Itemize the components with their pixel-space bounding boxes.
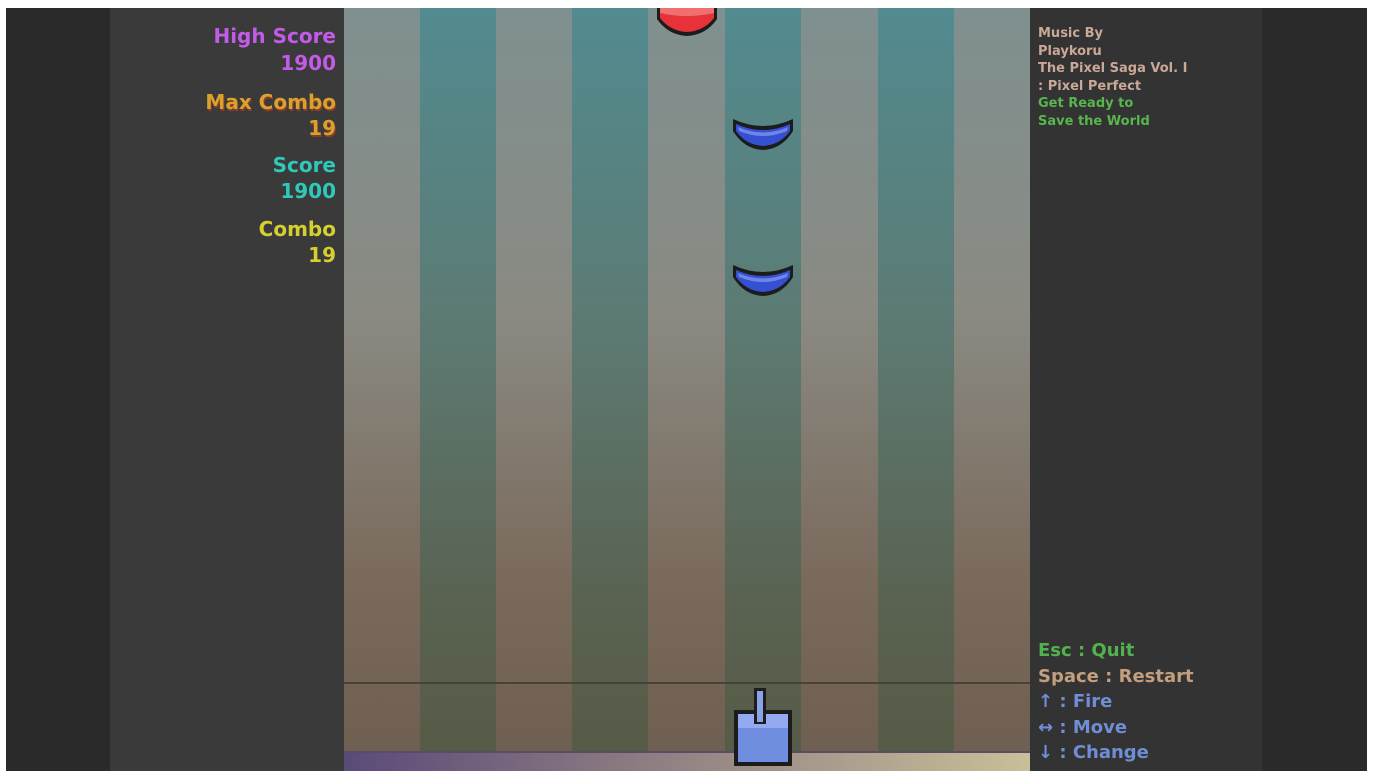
controls-help: Esc : Quit Space : Restart ↑ : Fire ↔ : … (1038, 638, 1258, 766)
control-move: ↔ : Move (1038, 716, 1128, 738)
note-blue-icon (733, 119, 793, 150)
score-value: 1900 (280, 179, 336, 203)
combo-value: 19 (308, 243, 336, 267)
hit-line (344, 682, 1030, 684)
control-restart: Space : Restart (1038, 665, 1194, 687)
max-combo-label: Max Combo (205, 90, 336, 114)
score-label: Score (272, 153, 336, 177)
player-cannon-icon[interactable] (732, 686, 792, 768)
credit-line: Save the World (1038, 113, 1150, 129)
high-score-value: 1900 (280, 51, 336, 75)
floor (344, 751, 1030, 771)
lane-4 (572, 8, 648, 771)
credit-line: : Pixel Perfect (1038, 78, 1142, 94)
music-credits: Music By Playkoru The Pixel Saga Vol. I … (1038, 25, 1258, 130)
high-score-label: High Score (213, 24, 336, 48)
control-change: ↓ : Change (1038, 742, 1149, 763)
game-window: High Score 1900 Max Combo 19 Score 1900 … (6, 8, 1367, 771)
lane-2 (420, 8, 496, 771)
max-combo-value: 19 (308, 116, 336, 140)
score-panel: High Score 1900 Max Combo 19 Score 1900 … (110, 8, 336, 308)
playfield (344, 8, 1030, 771)
credit-line: Get Ready to (1038, 96, 1134, 111)
note-red-icon (657, 8, 717, 36)
credit-line: Playkoru (1038, 43, 1102, 59)
control-fire: ↑ : Fire (1038, 691, 1113, 712)
note-blue-icon (733, 265, 793, 296)
lane-8 (878, 8, 954, 771)
credit-line: Music By (1038, 26, 1103, 41)
combo-label: Combo (258, 217, 336, 241)
control-quit: Esc : Quit (1038, 640, 1135, 661)
credit-line: The Pixel Saga Vol. I (1038, 61, 1188, 76)
